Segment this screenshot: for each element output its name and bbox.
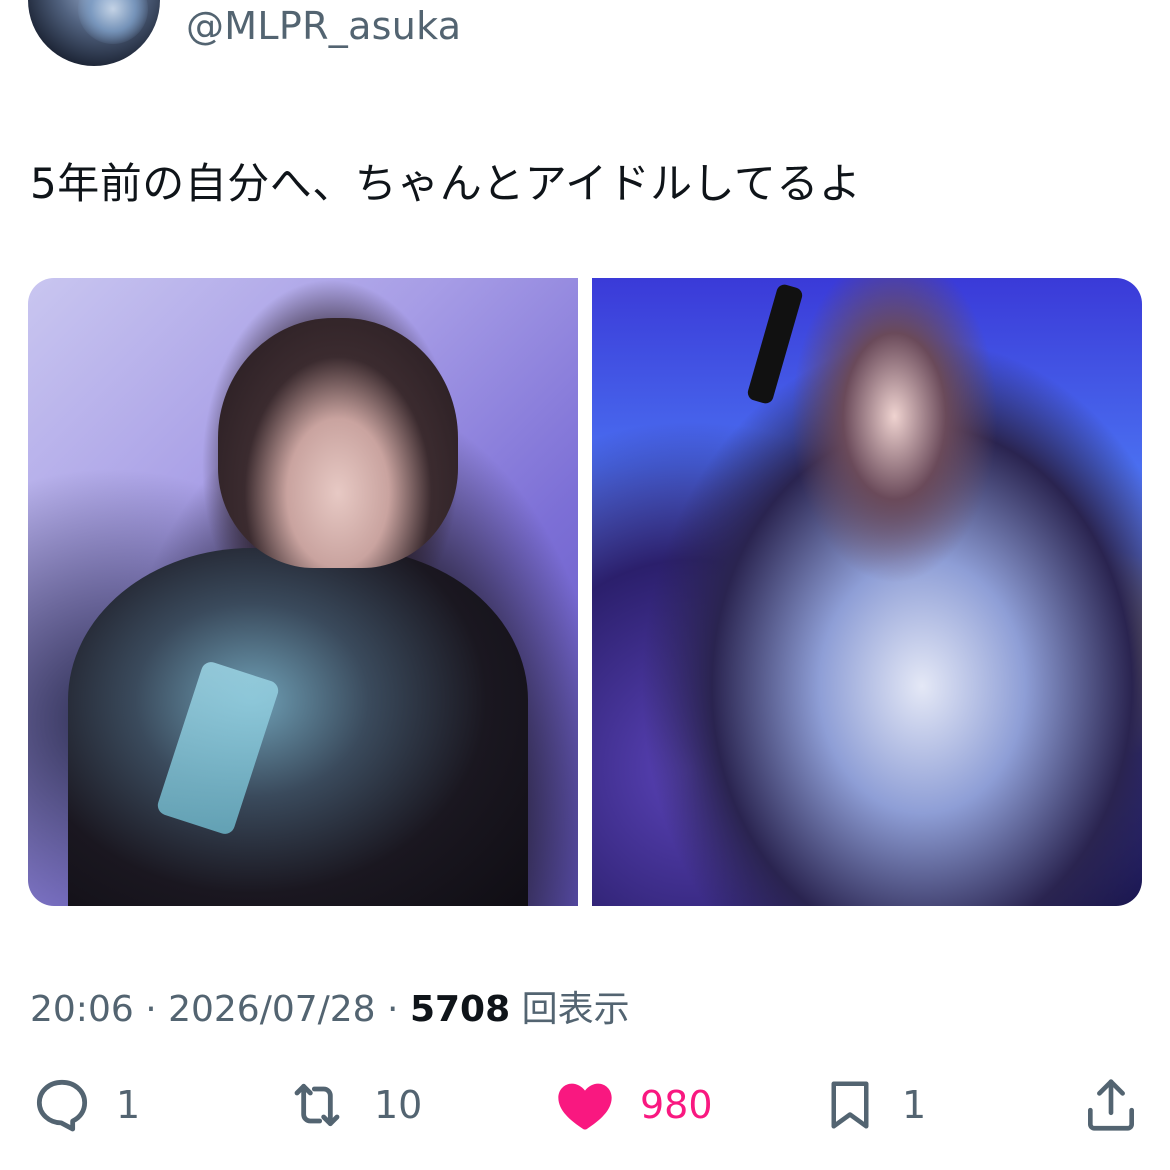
tweet-time: 20:06 — [30, 989, 134, 1030]
timestamp-separator: · — [133, 989, 169, 1030]
user-handle[interactable]: @MLPR_asuka — [186, 4, 461, 48]
tweet-photo-2[interactable] — [592, 278, 1142, 906]
share-button[interactable] — [1080, 1070, 1142, 1140]
retweet-count: 10 — [374, 1083, 423, 1127]
avatar-photo — [78, 0, 148, 44]
tweet-date: 2026/07/28 — [168, 989, 376, 1030]
heart-icon — [552, 1073, 618, 1137]
share-icon — [1080, 1073, 1142, 1137]
like-button[interactable]: 980 — [552, 1070, 713, 1140]
reply-count: 1 — [116, 1083, 141, 1127]
bookmark-count: 1 — [902, 1083, 927, 1127]
bookmark-button[interactable]: 1 — [820, 1070, 926, 1140]
bookmark-icon — [820, 1073, 880, 1137]
view-count: 5708 — [409, 989, 511, 1030]
reply-icon — [30, 1073, 94, 1137]
photo-subject-head — [218, 318, 458, 568]
tweet-action-bar: 1 10 980 1 — [0, 1070, 1170, 1140]
photo-microphone — [745, 282, 805, 406]
tweet-timestamp: 20:06 · 2026/07/28 · 5708 回表示 — [30, 980, 630, 1032]
tweet-text: 5年前の自分へ、ちゃんとアイドルしてるよ — [30, 159, 862, 208]
like-count: 980 — [640, 1083, 713, 1127]
retweet-button[interactable]: 10 — [282, 1070, 422, 1140]
avatar[interactable] — [28, 0, 160, 66]
reply-button[interactable]: 1 — [30, 1070, 140, 1140]
timestamp-separator: · — [375, 989, 410, 1030]
view-label[interactable]: 回表示 — [522, 989, 630, 1030]
photo-subject-body — [68, 548, 528, 906]
retweet-icon — [282, 1073, 352, 1137]
tweet-photo-1[interactable] — [28, 278, 578, 906]
